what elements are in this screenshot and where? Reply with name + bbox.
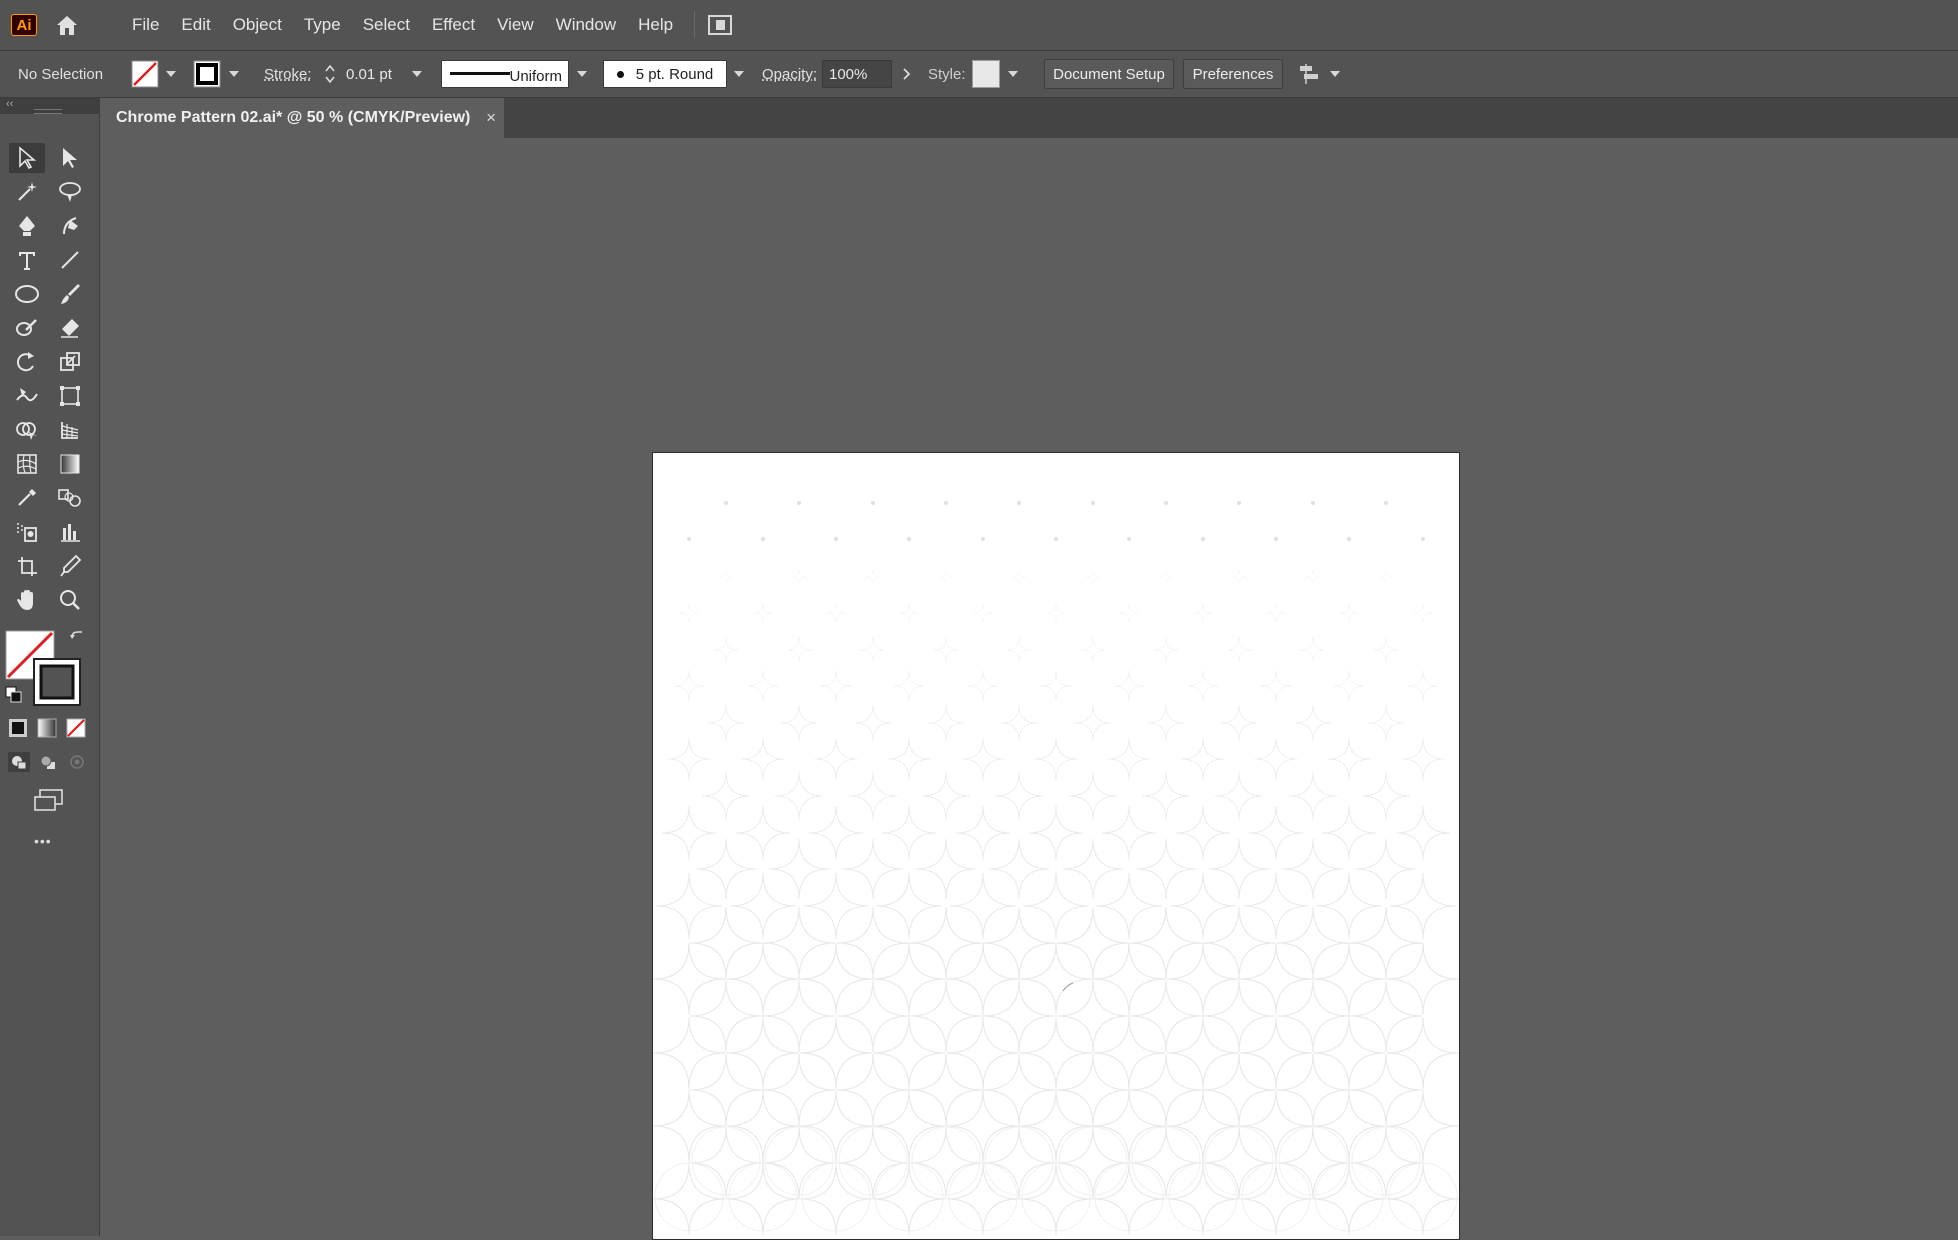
home-icon[interactable] [53, 11, 81, 39]
variable-width-profile[interactable]: Uniform [441, 60, 569, 88]
fill-dropdown-icon[interactable] [166, 51, 176, 97]
stroke-label[interactable]: Stroke: [264, 51, 312, 97]
menu-file[interactable]: File [121, 0, 170, 50]
mesh-tool-icon[interactable] [9, 449, 45, 479]
menu-items: File Edit Object Type Select Effect View… [121, 0, 684, 50]
change-screen-mode-icon[interactable] [32, 788, 66, 814]
tools-panel-header[interactable]: ‹‹ [0, 98, 100, 114]
preferences-button[interactable]: Preferences [1183, 59, 1283, 89]
none-mode-icon[interactable] [66, 718, 86, 738]
brush-label: 5 pt. Round [635, 65, 714, 83]
stroke-weight-input[interactable]: 0.01 pt [340, 60, 408, 88]
profile-dropdown-icon[interactable] [577, 51, 587, 97]
stroke-stepper-icon[interactable] [324, 51, 336, 97]
menu-view[interactable]: View [486, 0, 545, 50]
document-tab[interactable]: Chrome Pattern 02.ai* @ 50 % (CMYK/Previ… [100, 98, 504, 138]
zoom-tool-icon[interactable] [52, 585, 88, 615]
close-tab-icon[interactable]: × [486, 108, 496, 128]
scale-tool-icon[interactable] [52, 347, 88, 377]
stroke-swatch[interactable] [193, 51, 221, 97]
pattern-dots [686, 500, 1426, 542]
ellipse-tool-icon[interactable] [9, 279, 45, 309]
profile-label: Uniform [509, 67, 562, 85]
cursor-mark [1062, 982, 1074, 992]
control-bar: No Selection Stroke: 0.01 pt Uniform 5 p… [0, 51, 1958, 98]
stroke-dropdown-icon[interactable] [229, 51, 239, 97]
blend-tool-icon[interactable] [52, 483, 88, 513]
arrange-documents-icon[interactable] [705, 10, 735, 40]
gradient-mode-icon[interactable] [37, 718, 57, 738]
menu-select[interactable]: Select [352, 0, 421, 50]
paintbrush-tool-icon[interactable] [52, 279, 88, 309]
brush-dot-icon [616, 70, 624, 78]
document-tab-title: Chrome Pattern 02.ai* @ 50 % (CMYK/Previ… [116, 109, 471, 126]
eraser-tool-icon[interactable] [52, 313, 88, 343]
arrange-options-icon[interactable] [1298, 51, 1322, 97]
free-transform-tool-icon[interactable] [52, 381, 88, 411]
style-dropdown-icon[interactable] [1008, 51, 1018, 97]
edit-toolbar-icon[interactable]: ••• [34, 833, 52, 849]
fill-swatch[interactable] [131, 51, 159, 97]
draw-inside-icon[interactable] [66, 752, 88, 772]
direct-selection-tool-icon[interactable] [52, 143, 88, 173]
warp-tool-icon[interactable] [9, 381, 45, 411]
pattern-stars [653, 570, 1459, 1235]
opacity-expand-icon[interactable] [902, 51, 912, 97]
brush-definition[interactable]: 5 pt. Round [603, 60, 727, 88]
color-mode-icon[interactable] [8, 718, 28, 738]
artboard[interactable] [652, 452, 1460, 1240]
line-segment-tool-icon[interactable] [52, 245, 88, 275]
shaper-tool-icon[interactable] [9, 313, 45, 343]
menu-effect[interactable]: Effect [421, 0, 486, 50]
selection-status: No Selection [18, 65, 104, 83]
document-tab-bar: Chrome Pattern 02.ai* @ 50 % (CMYK/Previ… [100, 98, 1958, 138]
document-setup-button[interactable]: Document Setup [1044, 59, 1174, 89]
menu-object[interactable]: Object [222, 0, 293, 50]
column-graph-tool-icon[interactable] [52, 517, 88, 547]
opacity-input[interactable]: 100% [822, 60, 892, 88]
magic-wand-tool-icon[interactable] [9, 177, 45, 207]
shape-builder-tool-icon[interactable] [9, 415, 45, 445]
gradient-tool-icon[interactable] [52, 449, 88, 479]
lasso-tool-icon[interactable] [52, 177, 88, 207]
uniform-line-icon [450, 72, 510, 75]
type-tool-icon[interactable] [9, 245, 45, 275]
stroke-weight-dropdown-icon[interactable] [412, 51, 422, 97]
slice-tool-icon[interactable] [52, 551, 88, 581]
menu-edit[interactable]: Edit [170, 0, 221, 50]
brush-dropdown-icon[interactable] [734, 51, 744, 97]
menu-separator [694, 11, 696, 39]
hand-tool-icon[interactable] [9, 585, 45, 615]
artboard-tool-icon[interactable] [9, 551, 45, 581]
stroke-color-swatch[interactable] [33, 658, 81, 706]
graphic-style-swatch[interactable] [972, 51, 1000, 97]
default-fill-stroke-icon[interactable] [5, 686, 23, 704]
pattern-arcs [654, 1126, 1458, 1232]
opacity-label[interactable]: Opacity: [762, 51, 817, 97]
collapse-panel-icon[interactable]: ‹‹ [6, 98, 13, 110]
panel-grip[interactable] [34, 109, 62, 114]
pen-tool-icon[interactable] [9, 211, 45, 241]
eyedropper-tool-icon[interactable] [9, 483, 45, 513]
canvas-area[interactable] [100, 138, 1958, 1240]
draw-behind-icon[interactable] [37, 752, 59, 772]
swap-fill-stroke-icon[interactable] [68, 629, 86, 647]
menu-help[interactable]: Help [627, 0, 684, 50]
menu-type[interactable]: Type [293, 0, 352, 50]
style-label: Style: [928, 65, 966, 83]
rotate-tool-icon[interactable] [9, 347, 45, 377]
perspective-grid-tool-icon[interactable] [52, 415, 88, 445]
selection-tool-icon[interactable] [9, 143, 45, 173]
draw-normal-icon[interactable] [8, 752, 30, 772]
chrome-pattern-artwork [653, 500, 1459, 1235]
arrange-dropdown-icon[interactable] [1330, 51, 1340, 97]
tools-panel: ‹‹ ••• [0, 98, 100, 1236]
curvature-tool-icon[interactable] [52, 211, 88, 241]
menu-bar: Ai File Edit Object Type Select Effect V… [0, 0, 1958, 51]
menu-window[interactable]: Window [545, 0, 627, 50]
app-logo: Ai [11, 14, 37, 36]
symbol-sprayer-tool-icon[interactable] [9, 517, 45, 547]
